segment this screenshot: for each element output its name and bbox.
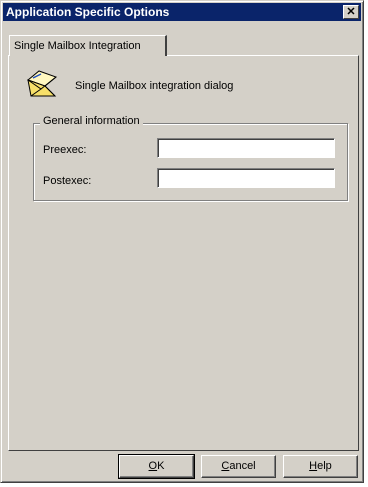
tab-single-mailbox-integration[interactable]: Single Mailbox Integration	[9, 35, 167, 56]
ok-mnemonic: O	[148, 460, 158, 472]
ok-label-rest: K	[157, 460, 165, 472]
group-label: General information	[40, 115, 143, 127]
tab-label: Single Mailbox Integration	[14, 40, 141, 52]
close-button[interactable]: ✕	[343, 5, 359, 19]
help-mnemonic: H	[309, 460, 318, 472]
mail-envelope-icon	[26, 70, 58, 97]
window-title: Application Specific Options	[6, 5, 170, 19]
preexec-label: Preexec:	[43, 144, 87, 156]
ok-button[interactable]: OK	[118, 454, 195, 479]
cancel-button[interactable]: Cancel	[201, 455, 276, 478]
postexec-field[interactable]	[157, 168, 335, 188]
title-bar: Application Specific Options ✕	[3, 3, 361, 21]
general-information-group	[33, 123, 348, 201]
postexec-label: Postexec:	[43, 175, 92, 187]
dialog-title: Single Mailbox integration dialog	[75, 80, 234, 92]
close-icon: ✕	[346, 6, 356, 18]
preexec-field[interactable]	[157, 138, 335, 158]
cancel-label-rest: ancel	[229, 460, 256, 472]
help-label-rest: elp	[317, 460, 332, 472]
help-button[interactable]: Help	[283, 455, 358, 478]
